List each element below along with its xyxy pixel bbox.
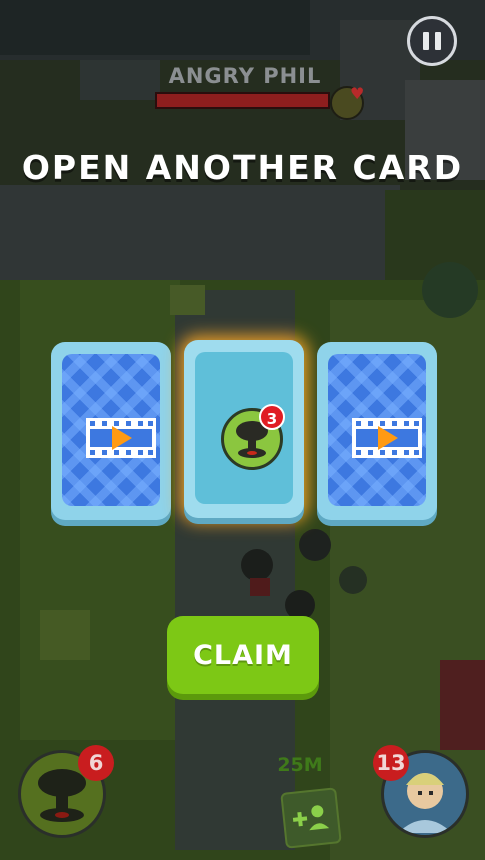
distance-readout: 25M: [277, 754, 323, 776]
heart-icon: ♥: [350, 84, 365, 103]
claim-button[interactable]: CLAIM: [167, 616, 319, 694]
pause-icon: [423, 32, 429, 50]
boss-name: ANGRY PHIL: [168, 64, 322, 88]
add-recruit-button[interactable]: [280, 787, 342, 849]
pause-button[interactable]: [407, 16, 457, 66]
bomb-count-badge: 6: [78, 745, 114, 781]
card-back-pattern: [328, 354, 426, 506]
boss-health-fill: [157, 94, 328, 107]
card-back-pattern: [62, 354, 160, 506]
hero-count-badge: 13: [373, 745, 409, 781]
video-play-icon: [86, 418, 156, 458]
page-title: OPEN ANOTHER CARD: [21, 148, 464, 187]
video-card-left[interactable]: [51, 342, 171, 520]
revealed-card[interactable]: 3: [184, 340, 304, 518]
boss-health-bar: [155, 92, 330, 109]
card-count-badge: 3: [259, 404, 285, 430]
card-face: 3: [195, 352, 293, 504]
video-card-right[interactable]: [317, 342, 437, 520]
video-play-icon: [352, 418, 422, 458]
add-person-icon: [292, 805, 330, 831]
